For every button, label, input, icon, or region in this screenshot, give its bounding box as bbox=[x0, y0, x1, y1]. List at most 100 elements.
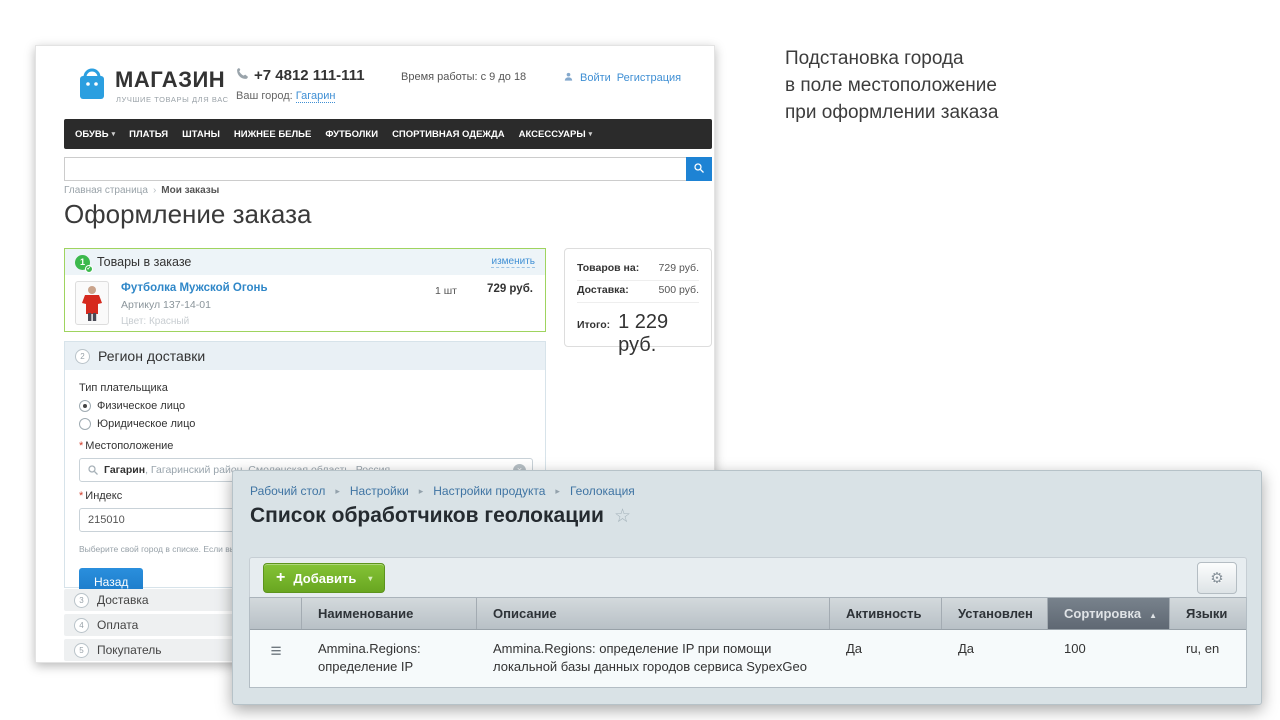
payer-type-label: Тип плательщика bbox=[79, 382, 531, 394]
shop-city-row: Ваш город: Гагарин bbox=[236, 90, 335, 102]
step-1-done-icon: 1✓ bbox=[75, 255, 90, 270]
row-description: Ammina.Regions: определение IP при помощ… bbox=[477, 630, 830, 687]
step-4-icon: 4 bbox=[74, 618, 89, 633]
summary-items-value: 729 руб. bbox=[659, 262, 699, 274]
order-summary-box: Товаров на: 729 руб. Доставка: 500 руб. … bbox=[564, 248, 712, 347]
search-input[interactable] bbox=[64, 157, 686, 181]
col-installed[interactable]: Установлен bbox=[942, 598, 1048, 629]
order-items-header: 1✓ Товары в заказе изменить bbox=[65, 249, 545, 275]
order-items-title: Товары в заказе bbox=[97, 255, 484, 269]
work-hours: Время работы: с 9 до 18 bbox=[401, 71, 526, 83]
search-bar bbox=[64, 157, 712, 181]
delivery-region-header: 2 Регион доставки bbox=[65, 342, 545, 370]
col-description[interactable]: Описание bbox=[477, 598, 830, 629]
col-languages[interactable]: Языки bbox=[1170, 598, 1246, 629]
product-color: Цвет: Красный bbox=[121, 316, 189, 327]
radio-icon[interactable] bbox=[79, 400, 91, 412]
page: Подстановка города в поле местоположение… bbox=[0, 0, 1280, 720]
breadcrumb-current: Мои заказы bbox=[161, 185, 219, 196]
nav-item-tshirts[interactable]: ФУТБОЛКИ bbox=[318, 129, 385, 140]
summary-delivery-label: Доставка: bbox=[577, 284, 629, 296]
admin-crumb-desktop[interactable]: Рабочий стол bbox=[250, 484, 325, 498]
breadcrumb: Главная страница › Мои заказы bbox=[64, 185, 219, 196]
step-delivery-label: Доставка bbox=[97, 593, 149, 607]
summary-items-row: Товаров на: 729 руб. bbox=[577, 259, 699, 281]
product-price: 729 руб. bbox=[487, 283, 533, 295]
summary-delivery-value: 500 руб. bbox=[659, 284, 699, 296]
required-icon: * bbox=[79, 490, 83, 502]
step-buyer-label: Покупатель bbox=[97, 643, 161, 657]
plus-icon: + bbox=[276, 570, 285, 586]
shop-logo-subtitle: ЛУЧШИЕ ТОВАРЫ ДЛЯ ВАС bbox=[116, 95, 229, 104]
step-5-icon: 5 bbox=[74, 643, 89, 658]
admin-crumb-geolocation[interactable]: Геолокация bbox=[570, 484, 635, 498]
register-link[interactable]: Регистрация bbox=[617, 72, 681, 84]
shop-logo-title: МАГАЗИН bbox=[115, 67, 225, 93]
shop-bag-logo-icon bbox=[76, 65, 108, 106]
city-link[interactable]: Гагарин bbox=[296, 90, 336, 103]
admin-crumb-product-settings[interactable]: Настройки продукта bbox=[433, 484, 545, 498]
product-thumbnail bbox=[75, 281, 109, 325]
radio-individual-label: Физическое лицо bbox=[97, 400, 185, 412]
col-active[interactable]: Активность bbox=[830, 598, 942, 629]
page-title: Оформление заказа bbox=[64, 199, 311, 230]
row-active: Да bbox=[830, 630, 942, 687]
nav-item-accessories[interactable]: АКСЕССУАРЫ▾ bbox=[512, 129, 600, 140]
location-city-value: Гагарин bbox=[104, 464, 145, 476]
col-name[interactable]: Наименование bbox=[302, 598, 477, 629]
summary-total-label: Итого: bbox=[577, 319, 610, 331]
nav-item-dresses[interactable]: ПЛАТЬЯ bbox=[122, 129, 175, 140]
radio-icon[interactable] bbox=[79, 418, 91, 430]
search-button[interactable] bbox=[686, 157, 712, 181]
admin-page-title: Список обработчиков геолокации bbox=[250, 504, 604, 528]
nav-item-shoes[interactable]: ОБУВЬ▾ bbox=[68, 129, 122, 140]
sort-ascending-icon: ▲ bbox=[1149, 611, 1157, 620]
radio-legal-entity[interactable]: Юридическое лицо bbox=[79, 418, 531, 430]
admin-breadcrumb: Рабочий стол ▸ Настройки ▸ Настройки про… bbox=[250, 484, 635, 498]
radio-legal-label: Юридическое лицо bbox=[97, 418, 195, 430]
nav-item-sportswear[interactable]: СПОРТИВНАЯ ОДЕЖДА bbox=[385, 129, 512, 140]
table-row: ≡ Ammina.Regions: определение IP Ammina.… bbox=[250, 630, 1246, 687]
handlers-table: Наименование Описание Активность Установ… bbox=[249, 597, 1247, 688]
phone-number: +7 4812 111-111 bbox=[254, 67, 365, 84]
gear-icon: ⚙ bbox=[1210, 569, 1223, 587]
annotation-note: Подстановка города в поле местоположение… bbox=[785, 46, 998, 127]
radio-individual[interactable]: Физическое лицо bbox=[79, 400, 531, 412]
edit-order-link[interactable]: изменить bbox=[491, 256, 535, 268]
summary-delivery-row: Доставка: 500 руб. bbox=[577, 281, 699, 303]
nav-item-pants[interactable]: ШТАНЫ bbox=[175, 129, 227, 140]
row-languages: ru, en bbox=[1170, 630, 1246, 687]
step-3-icon: 3 bbox=[74, 593, 89, 608]
product-sku: Артикул 137-14-01 bbox=[121, 299, 211, 311]
settings-gear-button[interactable]: ⚙ bbox=[1197, 562, 1237, 594]
breadcrumb-separator-icon: ▸ bbox=[419, 486, 424, 497]
chevron-down-icon: ▾ bbox=[368, 574, 372, 583]
add-button-label: Добавить bbox=[293, 571, 356, 586]
admin-title-row: Список обработчиков геолокации ☆ bbox=[250, 504, 631, 528]
col-sort[interactable]: Сортировка▲ bbox=[1048, 598, 1170, 629]
main-nav: ОБУВЬ▾ ПЛАТЬЯ ШТАНЫ НИЖНЕЕ БЕЛЬЕ ФУТБОЛК… bbox=[64, 119, 712, 149]
favorite-star-icon[interactable]: ☆ bbox=[614, 505, 631, 528]
user-icon bbox=[563, 71, 574, 85]
breadcrumb-separator-icon: ▸ bbox=[555, 486, 560, 497]
add-button[interactable]: + Добавить ▾ bbox=[263, 563, 385, 593]
drag-handle-icon[interactable]: ≡ bbox=[270, 642, 281, 661]
phone-icon bbox=[236, 67, 249, 84]
admin-crumb-settings[interactable]: Настройки bbox=[350, 484, 409, 498]
delivery-region-title: Регион доставки bbox=[98, 348, 205, 364]
breadcrumb-home[interactable]: Главная страница bbox=[64, 185, 148, 196]
auth-links: Войти Регистрация bbox=[563, 71, 681, 85]
location-label: *Местоположение bbox=[79, 440, 531, 452]
product-name-link[interactable]: Футболка Мужской Огонь bbox=[121, 282, 268, 294]
nav-item-underwear[interactable]: НИЖНЕЕ БЕЛЬЕ bbox=[227, 129, 318, 140]
annotation-line: Подстановка города bbox=[785, 46, 998, 73]
annotation-line: в поле местоположение bbox=[785, 73, 998, 100]
row-name: Ammina.Regions: определение IP bbox=[302, 630, 477, 687]
order-product-row: Футболка Мужской Огонь Артикул 137-14-01… bbox=[65, 275, 545, 332]
check-icon: ✓ bbox=[85, 265, 93, 273]
summary-total-row: Итого: 1 229 руб. bbox=[577, 303, 699, 357]
admin-window: Рабочий стол ▸ Настройки ▸ Настройки про… bbox=[232, 470, 1262, 705]
search-icon bbox=[693, 162, 705, 177]
product-quantity: 1 шт bbox=[435, 285, 457, 297]
login-link[interactable]: Войти bbox=[580, 72, 611, 84]
